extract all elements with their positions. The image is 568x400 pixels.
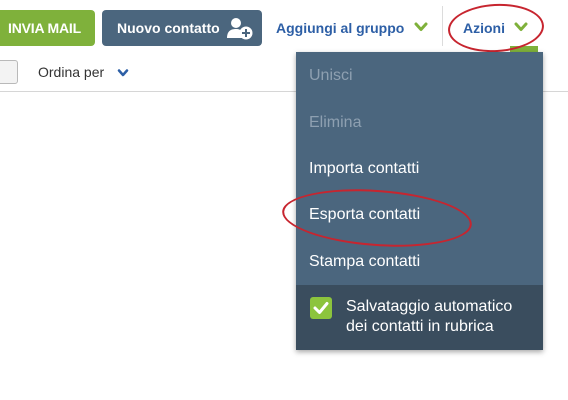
toolbar-divider [442,6,443,46]
chevron-down-icon[interactable] [117,67,129,79]
add-person-icon [227,18,253,40]
add-to-group-button[interactable]: Aggiungi al gruppo [276,18,404,38]
autosave-label-line1: Salvataggio automatico [346,298,513,315]
autosave-label: Salvataggio automatico dei contatti in r… [346,297,536,337]
menu-item-delete: Elimina [309,114,362,131]
toolbar: INVIA MAIL Nuovo contatto Aggiungi al gr… [0,0,568,55]
select-all-checkbox[interactable] [0,60,18,84]
menu-item-print-contacts[interactable]: Stampa contatti [309,252,420,272]
new-contact-label: Nuovo contatto [117,20,220,36]
sort-by-dropdown[interactable]: Ordina per [38,64,104,80]
autosave-option[interactable]: Salvataggio automatico dei contatti in r… [296,285,543,350]
checkmark-icon [313,302,329,314]
autosave-label-line2: dei contatti in rubrica [346,318,494,335]
autosave-checkbox[interactable] [310,297,332,319]
chevron-down-icon[interactable] [414,20,428,34]
new-contact-button[interactable]: Nuovo contatto [102,10,262,46]
send-mail-button[interactable]: INVIA MAIL [0,10,95,46]
menu-item-import-contacts[interactable]: Importa contatti [309,159,419,179]
menu-item-merge: Unisci [309,67,353,84]
